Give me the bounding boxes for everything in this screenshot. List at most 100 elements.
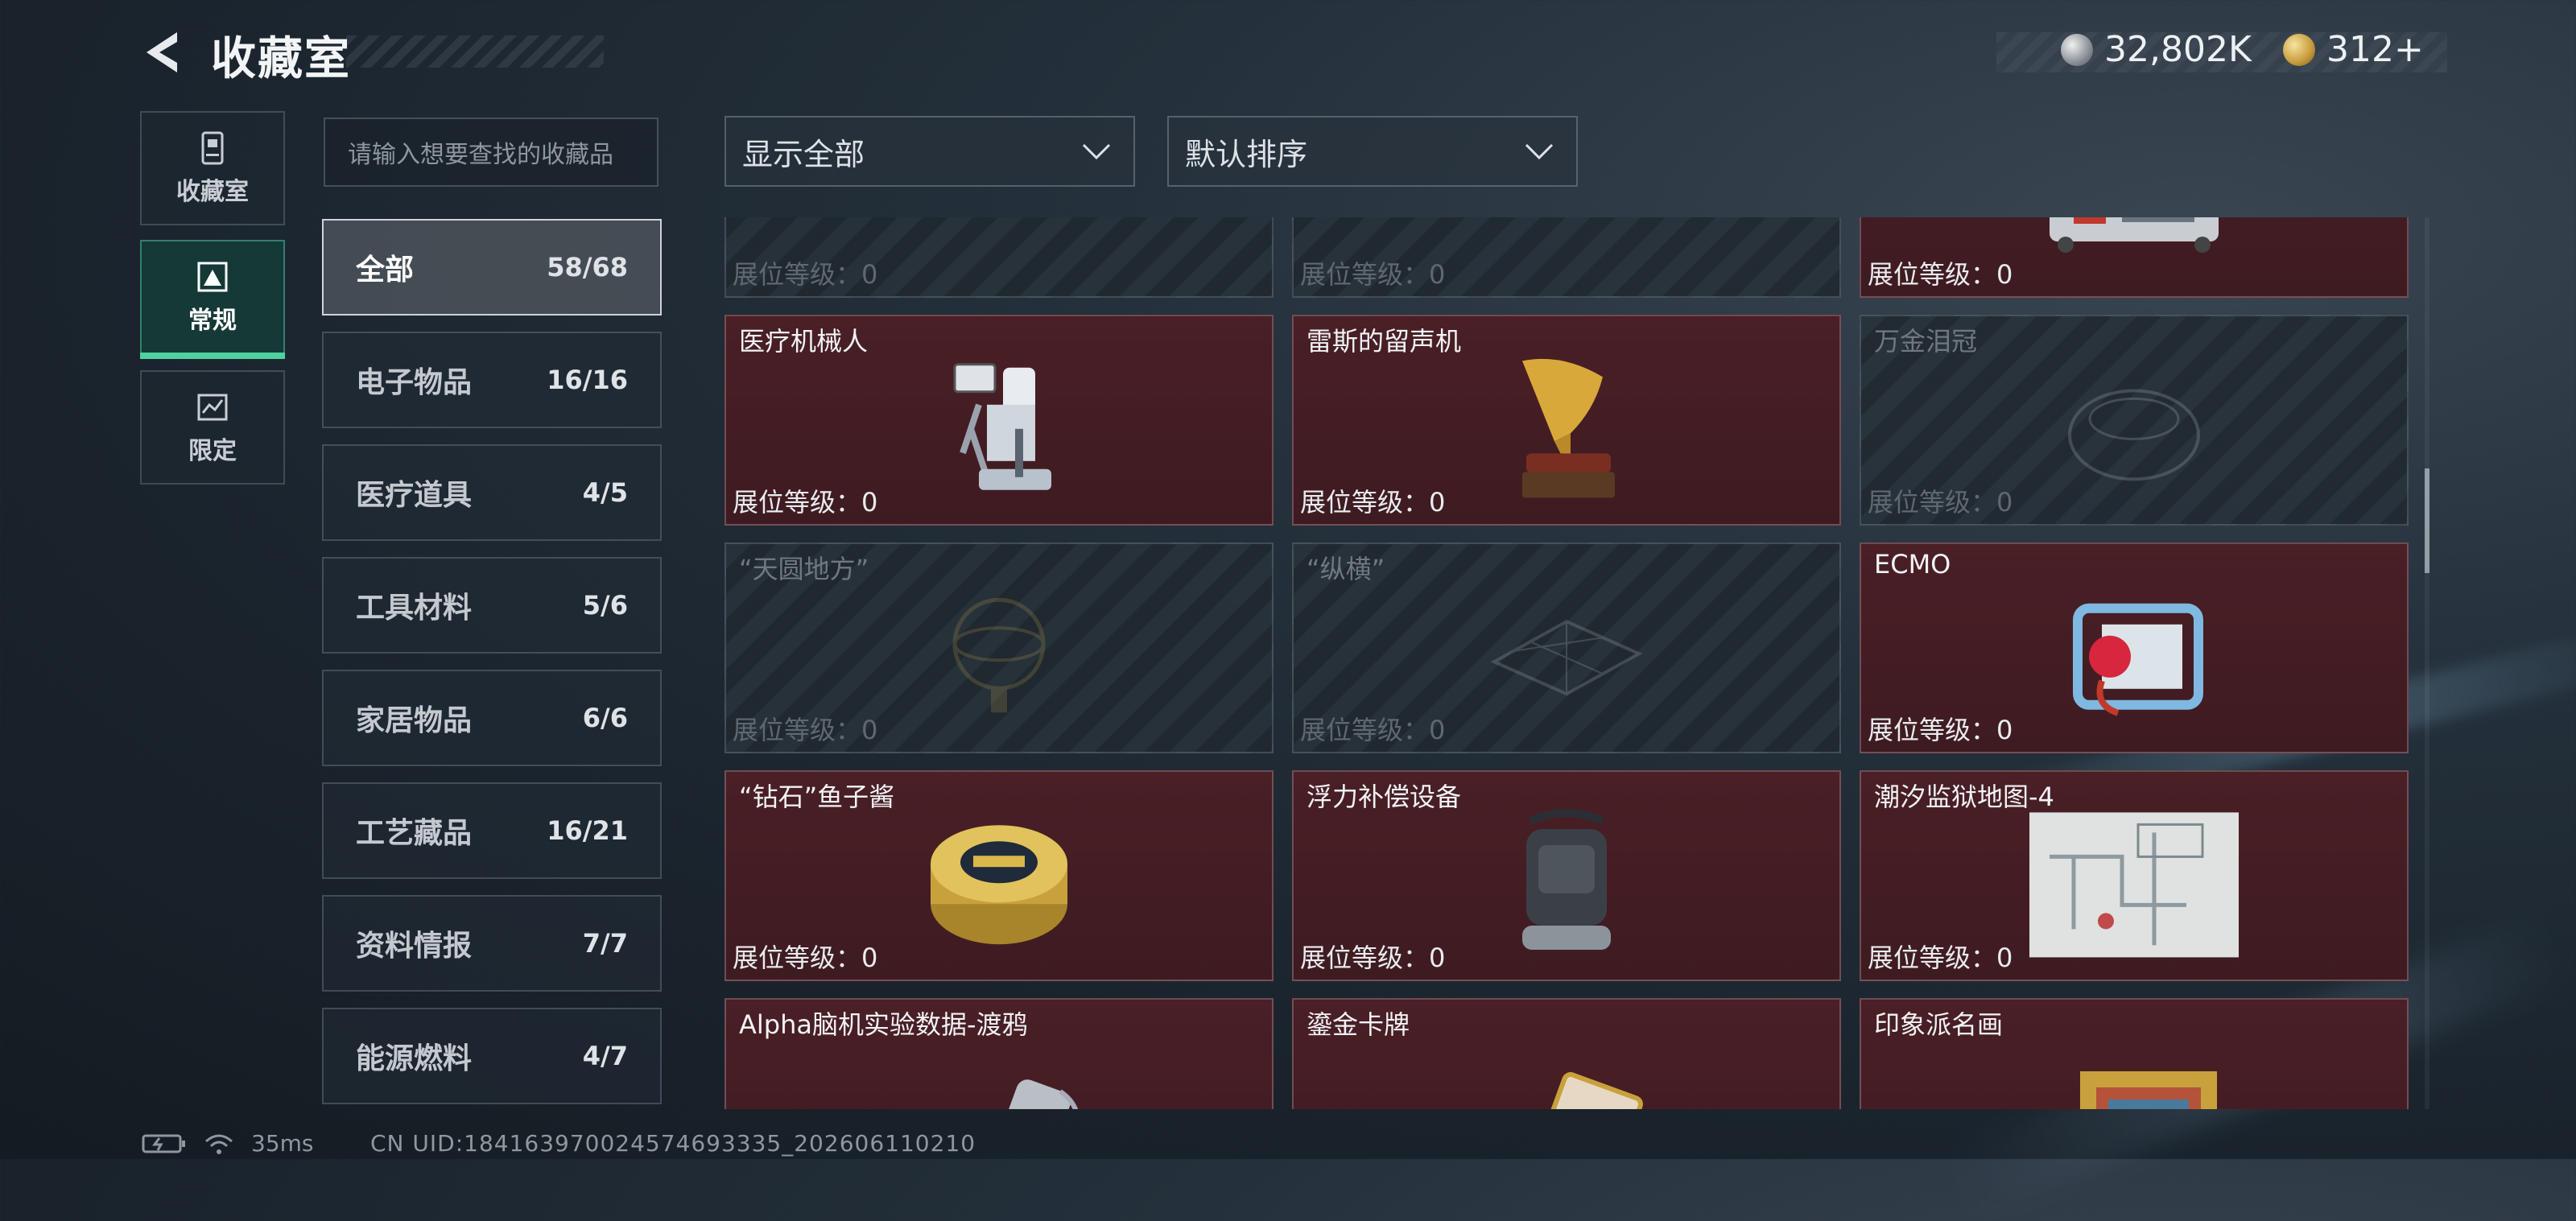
- chevron-down-icon: [1082, 143, 1111, 160]
- data-drive-icon: [993, 1079, 1079, 1109]
- category-all[interactable]: 全部 58/68: [322, 219, 662, 316]
- booth-level: 展位等级：0: [1868, 715, 2013, 745]
- rail-tab-limited[interactable]: 限定: [140, 370, 285, 485]
- user-uid: CN UID:184163970024574693335_20260611021…: [370, 1130, 976, 1157]
- collection-card[interactable]: 万金泪冠 展位等级：0: [1860, 315, 2409, 526]
- currency-gold[interactable]: 312+: [2283, 29, 2424, 70]
- armillary-icon: [952, 597, 1046, 713]
- category-count: 6/6: [582, 703, 628, 733]
- category-count: 4/5: [582, 477, 628, 508]
- wifi-icon: [205, 1134, 233, 1154]
- category-count: 58/68: [547, 252, 628, 283]
- search-input[interactable]: 请输入想要查找的收藏品: [324, 118, 658, 187]
- crown-icon: [2068, 389, 2200, 481]
- regular-icon: [197, 262, 228, 292]
- collection-card[interactable]: 鎏金卡牌: [1292, 998, 1841, 1109]
- booth-level: 展位等级：0: [733, 943, 878, 973]
- category-count: 16/16: [547, 365, 628, 395]
- item-name: “天圆地方”: [739, 554, 869, 584]
- item-name: 浮力补偿设备: [1307, 782, 1462, 812]
- rail-tab-label: 收藏室: [176, 178, 249, 206]
- battery-icon: [142, 1134, 185, 1153]
- item-name: 万金泪冠: [1874, 326, 1978, 357]
- title-decoration: [346, 35, 604, 68]
- status-bar: 35ms: [142, 1130, 330, 1157]
- category-label: 工艺藏品: [356, 817, 473, 850]
- booth-level: 展位等级：0: [733, 715, 878, 745]
- collection-card[interactable]: 雷斯的留声机 展位等级：0: [1292, 315, 1841, 526]
- display-filter-dropdown[interactable]: 显示全部: [724, 116, 1135, 187]
- collection-grid[interactable]: 展位等级：0 展位等级：0 展位等级：0 医疗机械人 展位等级：0 雷斯的留声机: [724, 217, 2411, 1109]
- item-name: “纵横”: [1307, 554, 1385, 584]
- back-arrow-icon[interactable]: [138, 27, 187, 77]
- display-filter-value: 显示全部: [742, 136, 865, 172]
- category-count: 7/7: [582, 928, 628, 959]
- booth-level: 展位等级：0: [1300, 259, 1446, 290]
- category-label: 能源燃料: [356, 1042, 473, 1075]
- currency-gold-value: 312+: [2326, 29, 2424, 70]
- board-game-icon: [1490, 619, 1643, 696]
- item-name: 印象派名画: [1874, 1009, 2004, 1040]
- booth-level: 展位等级：0: [1868, 259, 2013, 290]
- category-household[interactable]: 家居物品 6/6: [322, 670, 662, 766]
- machine-icon: [2050, 217, 2219, 253]
- booth-level: 展位等级：0: [1300, 715, 1446, 745]
- currency-silver[interactable]: 32,802K: [2061, 29, 2252, 70]
- ecmo-icon: [2073, 603, 2203, 716]
- category-count: 4/7: [582, 1041, 628, 1071]
- category-medical[interactable]: 医疗道具 4/5: [322, 444, 662, 541]
- collection-card[interactable]: 医疗机械人 展位等级：0: [724, 315, 1274, 526]
- category-crafts[interactable]: 工艺藏品 16/21: [322, 782, 662, 879]
- rail-tab-collection-room[interactable]: 收藏室: [140, 111, 285, 225]
- collection-card[interactable]: “纵横” 展位等级：0: [1292, 542, 1841, 753]
- booth-level: 展位等级：0: [733, 259, 878, 290]
- category-electronics[interactable]: 电子物品 16/16: [322, 332, 662, 428]
- rail-tab-label: 常规: [188, 307, 237, 335]
- category-tools[interactable]: 工具材料 5/6: [322, 557, 662, 654]
- collection-card[interactable]: 展位等级：0: [1292, 217, 1841, 298]
- medical-robot-icon: [953, 363, 1051, 490]
- map-icon: [2029, 812, 2239, 958]
- collection-card[interactable]: Alpha脑机实验数据-渡鸦: [724, 998, 1274, 1109]
- booth-level: 展位等级：0: [1300, 943, 1446, 973]
- booth-level: 展位等级：0: [1868, 943, 2013, 973]
- category-label: 资料情报: [356, 930, 473, 963]
- item-name: 鎏金卡牌: [1307, 1009, 1410, 1040]
- collection-card[interactable]: “天圆地方” 展位等级：0: [724, 542, 1274, 753]
- booth-level: 展位等级：0: [1868, 487, 2013, 518]
- collection-card[interactable]: 展位等级：0: [724, 217, 1274, 298]
- booth-level: 展位等级：0: [733, 487, 878, 518]
- rail-tab-regular[interactable]: 常规: [140, 240, 285, 359]
- category-energy[interactable]: 能源燃料 4/7: [322, 1008, 662, 1104]
- item-name: “钻石”鱼子酱: [739, 782, 895, 812]
- caviar-tin-icon: [931, 825, 1067, 945]
- item-name: ECMO: [1874, 549, 1951, 580]
- gilded-card-icon: [1530, 1072, 1643, 1109]
- chevron-down-icon: [1525, 143, 1554, 160]
- scrollbar-thumb[interactable]: [2425, 468, 2429, 573]
- collection-card[interactable]: 展位等级：0: [1860, 217, 2409, 298]
- collection-card[interactable]: ECMO 展位等级：0: [1860, 542, 2409, 753]
- collection-card[interactable]: 浮力补偿设备 展位等级：0: [1292, 770, 1841, 981]
- collection-room-icon: [201, 131, 224, 165]
- painting-icon: [2080, 1071, 2217, 1109]
- collection-card[interactable]: 潮汐监狱地图-4 展位等级：0: [1860, 770, 2409, 981]
- item-name: 雷斯的留声机: [1307, 326, 1462, 357]
- sort-dropdown[interactable]: 默认排序: [1167, 116, 1578, 187]
- category-label: 电子物品: [356, 366, 473, 399]
- ping-value: 35ms: [251, 1130, 314, 1157]
- collection-card[interactable]: “钻石”鱼子酱 展位等级：0: [724, 770, 1274, 981]
- category-count: 5/6: [582, 590, 628, 621]
- page-title: 收藏室: [211, 33, 351, 85]
- collection-card[interactable]: 印象派名画: [1860, 998, 2409, 1109]
- gold-coin-icon: [2283, 33, 2315, 66]
- sort-value: 默认排序: [1185, 136, 1308, 172]
- category-count: 16/21: [547, 815, 628, 846]
- rail-tab-label: 限定: [188, 437, 237, 465]
- category-label: 全部: [356, 254, 415, 287]
- gramophone-icon: [1522, 358, 1615, 498]
- currency-silver-value: 32,802K: [2104, 29, 2252, 70]
- scrollbar-track[interactable]: [2425, 217, 2429, 1109]
- category-intel[interactable]: 资料情报 7/7: [322, 895, 662, 992]
- category-label: 工具材料: [356, 592, 473, 625]
